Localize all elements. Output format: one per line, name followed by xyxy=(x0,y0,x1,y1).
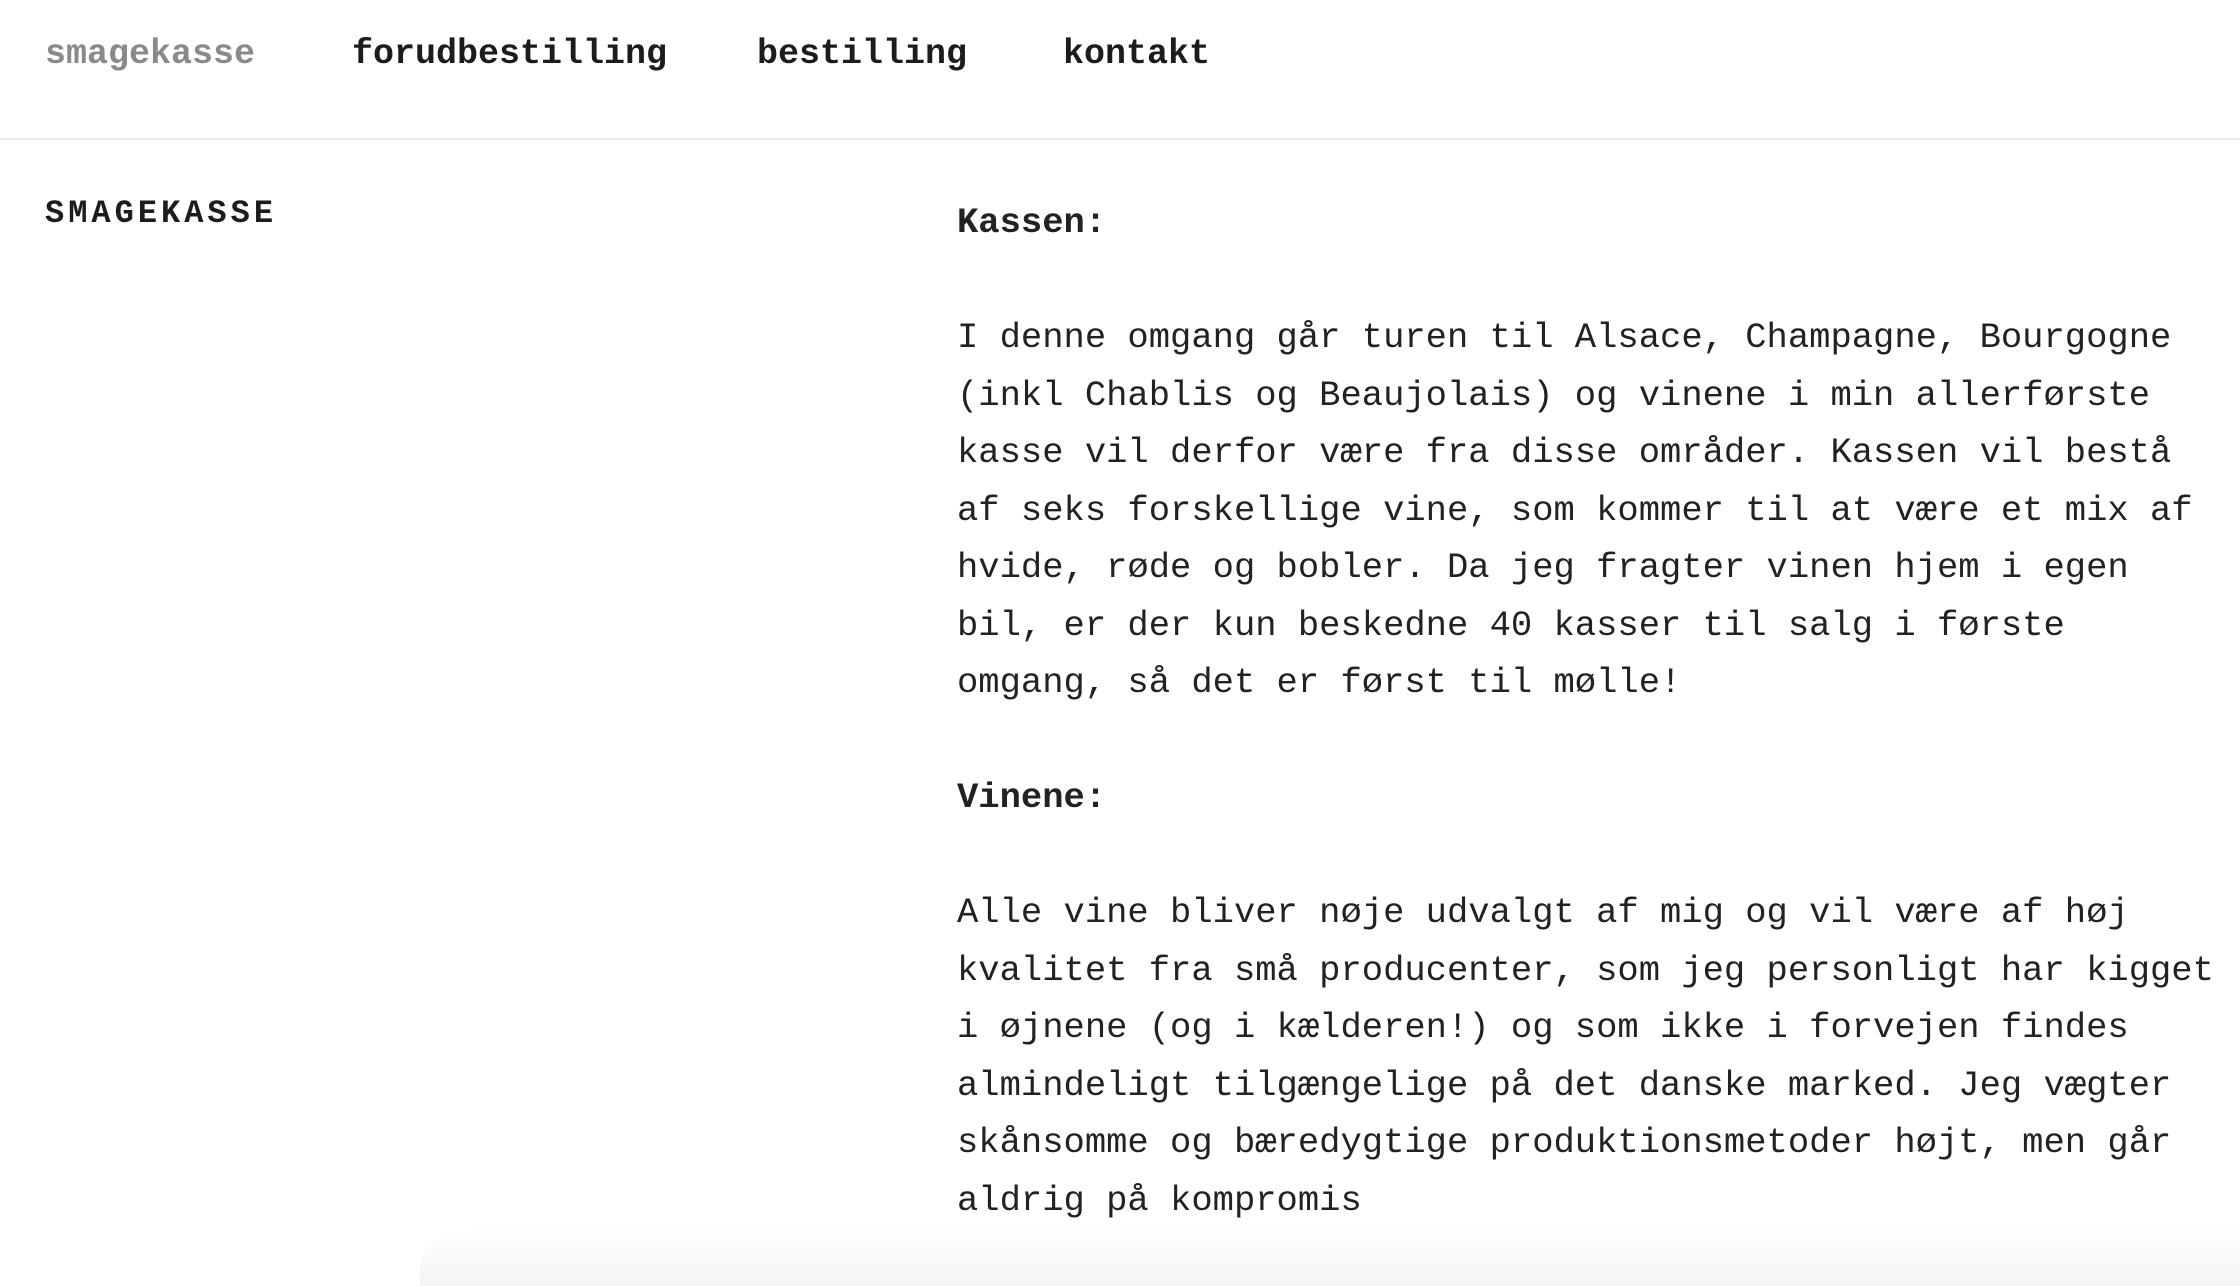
section-heading-kassen: Kassen: xyxy=(957,202,1107,243)
main-content: Kassen: I denne omgang går turen til Als… xyxy=(957,194,2227,1229)
bottom-shadow-overlay xyxy=(420,1228,2240,1286)
section-text-kassen: I denne omgang går turen til Alsace, Cha… xyxy=(957,317,2193,703)
top-navigation: smagekasse forudbestilling bestilling ko… xyxy=(0,0,2240,140)
section-text-vinene: Alle vine bliver nøje udvalgt af mig og … xyxy=(957,892,2214,1221)
page-title: SMAGEKASSE xyxy=(45,195,278,232)
nav-item-smagekasse[interactable]: smagekasse xyxy=(45,30,255,78)
nav-item-bestilling[interactable]: bestilling xyxy=(757,30,967,78)
nav-item-forudbestilling[interactable]: forudbestilling xyxy=(352,30,667,78)
section-heading-vinene: Vinene: xyxy=(957,777,1107,818)
nav-item-kontakt[interactable]: kontakt xyxy=(1063,30,1210,78)
